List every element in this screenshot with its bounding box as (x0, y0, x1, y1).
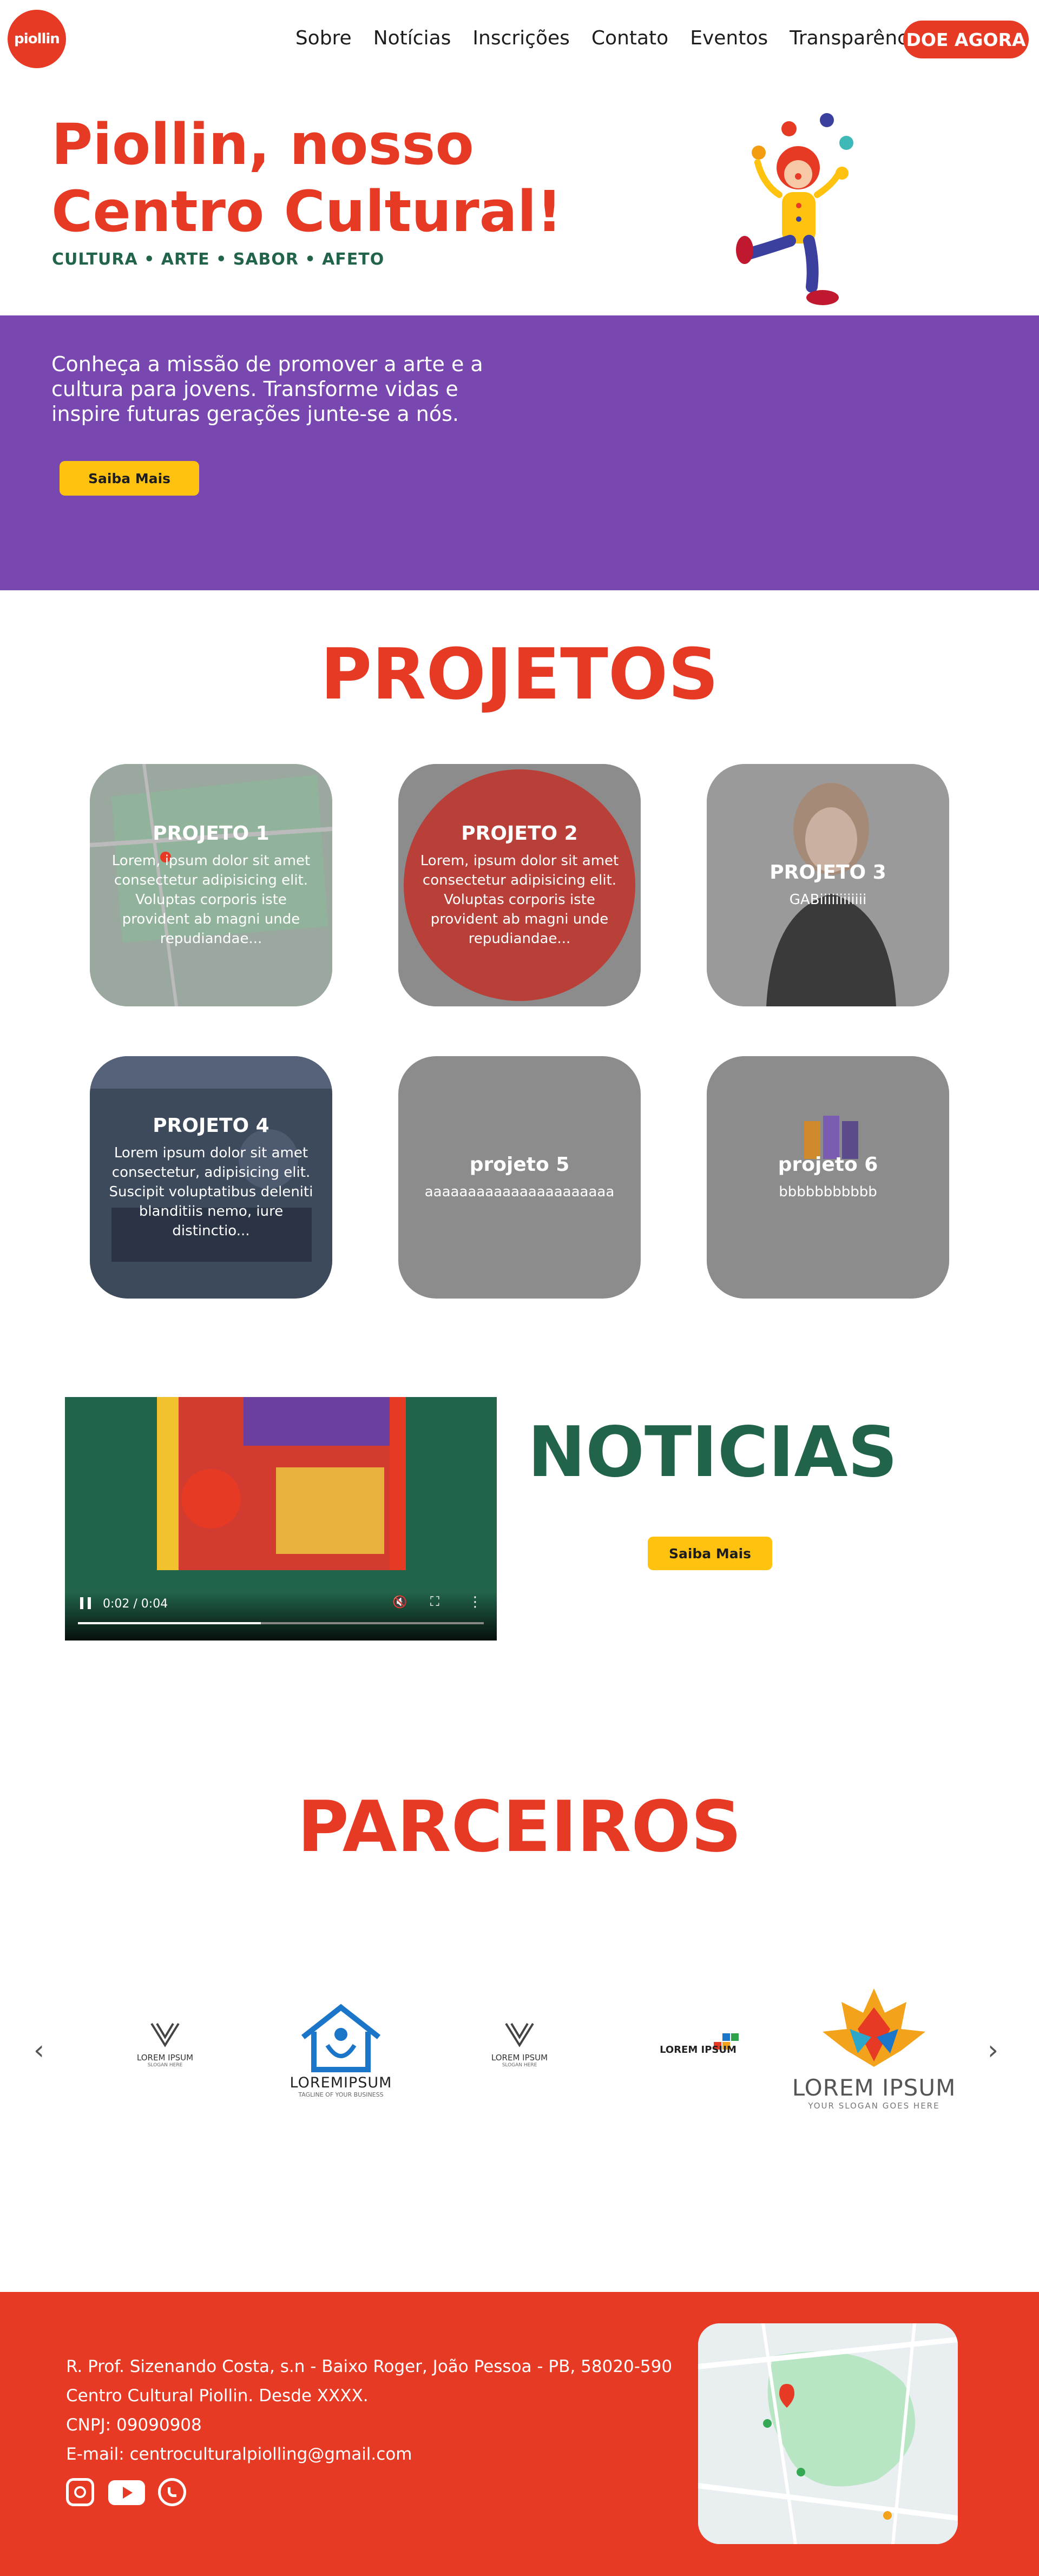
top-navbar: piollin Sobre Notícias Inscrições Contat… (0, 0, 1039, 81)
location-map[interactable] (698, 2323, 958, 2544)
footer-since: Centro Cultural Piollin. Desde XXXX. (66, 2386, 369, 2406)
piollin-logo[interactable]: piollin (8, 10, 66, 68)
project-title: PROJETO 1 (153, 822, 269, 845)
partner-emblem-icon (505, 2022, 534, 2047)
carousel-next-arrow[interactable]: › (988, 2034, 998, 2066)
carousel-prev-arrow[interactable]: ‹ (34, 2034, 44, 2066)
footer-cnpj: CNPJ: 09090908 (66, 2415, 202, 2435)
partner-logo-2[interactable]: LOREMIPSUM TAGLINE OF YOUR BUSINESS (279, 2002, 403, 2098)
hero-tagline: CULTURA • ARTE • SABOR • AFETO (52, 250, 385, 269)
nav-item-eventos[interactable]: Eventos (690, 27, 768, 49)
mission-text: Conheça a missão de promover a arte e a … (51, 352, 483, 426)
partner-logo-1[interactable]: LOREM IPSUM SLOGAN HERE (119, 2018, 211, 2068)
whatsapp-icon[interactable] (158, 2478, 186, 2506)
mute-icon[interactable]: 🔇 (392, 1596, 407, 1609)
project-title: PROJETO 4 (153, 1114, 269, 1137)
map-graphic (698, 2323, 958, 2544)
projects-heading: PROJETOS (320, 633, 719, 715)
project-card-6[interactable]: projeto 6 bbbbbbbbbbb (707, 1056, 949, 1299)
project-title: PROJETO 3 (770, 861, 886, 884)
project-description: aaaaaaaaaaaaaaaaaaaaaa (424, 1183, 615, 1200)
news-heading: NOTICIAS (528, 1412, 898, 1493)
house-heart-icon (301, 2004, 381, 2072)
news-learn-more-button[interactable]: Saiba Mais (648, 1537, 772, 1570)
project-description: GABiiiiiiiiiiii (789, 891, 867, 908)
partner-logo-3[interactable]: LOREM IPSUM SLOGAN HERE (474, 2018, 565, 2068)
project-title: PROJETO 2 (461, 822, 578, 845)
partner-emblem-icon (150, 2022, 180, 2047)
project-title: projeto 6 (778, 1153, 878, 1176)
project-title: projeto 5 (469, 1153, 570, 1176)
portrait-thumbnail (707, 764, 949, 1006)
project-card-2[interactable]: PROJETO 2 Lorem, ipsum dolor sit amet co… (398, 764, 641, 1006)
logo-thumbnail (707, 1056, 949, 1299)
hero-learn-more-button[interactable]: Saiba Mais (60, 461, 199, 496)
nav-item-sobre[interactable]: Sobre (295, 27, 352, 49)
project-description: Lorem ipsum dolor sit amet consectetur, … (109, 1144, 313, 1239)
donate-button[interactable]: DOE AGORA (903, 21, 1029, 58)
fullscreen-icon[interactable]: ⛶ (430, 1594, 439, 1609)
more-options-icon[interactable]: ⋮ (468, 1594, 482, 1610)
main-menu: Sobre Notícias Inscrições Contato Evento… (295, 27, 925, 49)
project-card-4[interactable]: PROJETO 4 Lorem ipsum dolor sit amet con… (90, 1056, 332, 1299)
youtube-icon[interactable] (108, 2480, 145, 2505)
play-pause-icon[interactable] (80, 1597, 91, 1609)
project-card-1[interactable]: PROJETO 1 Lorem, ipsum dolor sit amet co… (90, 764, 332, 1006)
project-card-5[interactable]: projeto 5 aaaaaaaaaaaaaaaaaaaaaa (398, 1056, 641, 1299)
video-time: 0:02 / 0:04 (103, 1597, 168, 1611)
nav-item-inscricoes[interactable]: Inscrições (472, 27, 570, 49)
footer-address: R. Prof. Sizenando Costa, s.n - Baixo Ro… (66, 2357, 673, 2376)
partner-logo-4[interactable]: LOREM IPSUM (647, 2033, 749, 2055)
video-progress-bar[interactable] (78, 1622, 484, 1624)
nav-item-noticias[interactable]: Notícias (373, 27, 451, 49)
maple-leaf-icon (823, 1988, 925, 2067)
project-description: bbbbbbbbbbb (779, 1183, 877, 1200)
partner-logo-5[interactable]: LOREM IPSUM YOUR SLOGAN GOES HERE (790, 1986, 958, 2111)
project-description: Lorem, ipsum dolor sit amet consectetur … (111, 852, 311, 947)
hero-title: Piollin, nosso Centro Cultural! (51, 111, 562, 245)
juggling-clown-illustration (736, 113, 853, 305)
news-video-player[interactable]: 0:02 / 0:04 🔇 ⛶ ⋮ (65, 1397, 497, 1641)
footer-email[interactable]: E-mail: centroculturalpiolling@gmail.com (66, 2445, 412, 2464)
nav-item-contato[interactable]: Contato (591, 27, 668, 49)
project-description: Lorem, ipsum dolor sit amet consectetur … (420, 852, 619, 947)
partners-heading: PARCEIROS (297, 1786, 742, 1868)
project-card-3[interactable]: PROJETO 3 GABiiiiiiiiiiii (707, 764, 949, 1006)
instagram-icon[interactable] (66, 2478, 94, 2506)
